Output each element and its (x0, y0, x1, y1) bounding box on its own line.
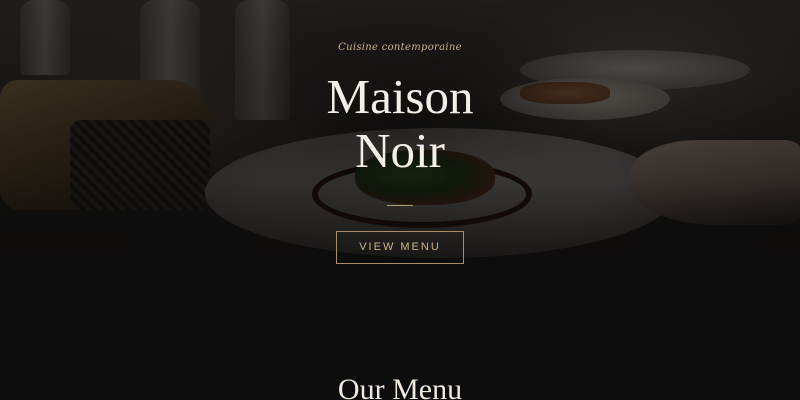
restaurant-title-line2: Noir (355, 123, 445, 178)
menu-section-heading: Our Menu (337, 373, 463, 400)
restaurant-title: Maison Noir (0, 70, 800, 178)
hero-tagline: Cuisine contemporaine (338, 42, 462, 53)
restaurant-title-line1: Maison (326, 69, 474, 124)
view-menu-button[interactable]: VIEW MENU (336, 231, 464, 264)
title-divider (387, 205, 413, 206)
page: Cuisine contemporaine Maison Noir VIEW M… (0, 0, 800, 400)
